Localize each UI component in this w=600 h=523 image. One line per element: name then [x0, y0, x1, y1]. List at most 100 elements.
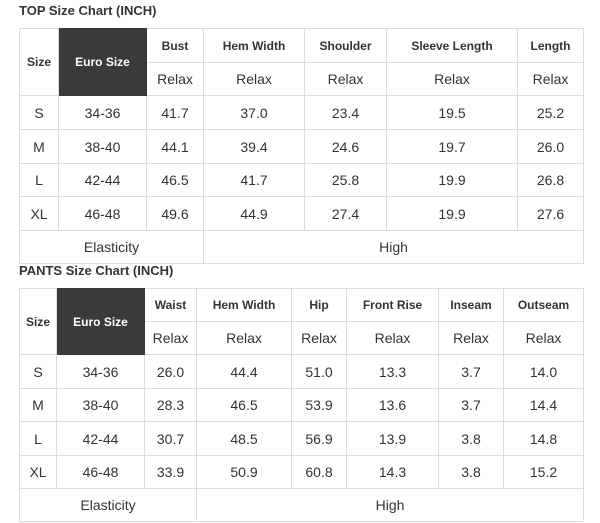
- table-cell: 14.8: [503, 421, 584, 456]
- top-elasticity-row: Elasticity High: [19, 230, 584, 264]
- table-cell: 14.0: [503, 354, 584, 389]
- table-cell: 46-48: [58, 196, 147, 231]
- table-cell: XL: [19, 196, 59, 231]
- top-chart-title: TOP Size Chart (INCH): [19, 3, 157, 18]
- top-measure-header: Shoulder: [304, 28, 387, 63]
- table-cell: 13.6: [346, 388, 439, 422]
- table-cell: XL: [19, 455, 57, 489]
- table-cell: 28.3: [144, 388, 197, 422]
- table-row: L 42-44 30.7 48.5 56.9 13.9 3.8 14.8: [19, 421, 584, 456]
- table-cell: 27.6: [517, 196, 584, 231]
- pants-measure-header: Inseam: [438, 288, 504, 322]
- table-cell: 39.4: [203, 129, 305, 164]
- table-cell: 34-36: [56, 354, 145, 389]
- table-cell: 41.7: [203, 163, 305, 197]
- top-euro-size-header: Euro Size: [58, 28, 147, 96]
- table-cell: 25.8: [304, 163, 387, 197]
- pants-measure-header: Hip: [291, 288, 347, 322]
- table-cell: 56.9: [291, 421, 347, 456]
- table-cell: 19.9: [386, 196, 518, 231]
- table-cell: 44.9: [203, 196, 305, 231]
- table-cell: 23.4: [304, 95, 387, 130]
- table-cell: 41.7: [146, 95, 204, 130]
- table-cell: L: [19, 163, 59, 197]
- table-cell: M: [19, 388, 57, 422]
- table-cell: 19.5: [386, 95, 518, 130]
- table-cell: 53.9: [291, 388, 347, 422]
- table-cell: 26.0: [517, 129, 584, 164]
- table-cell: 14.4: [503, 388, 584, 422]
- pants-measure-header: Hem Width: [196, 288, 292, 322]
- table-cell: 51.0: [291, 354, 347, 389]
- table-cell: 42-44: [58, 163, 147, 197]
- table-row: L 42-44 46.5 41.7 25.8 19.9 26.8: [19, 163, 584, 197]
- table-cell: 3.7: [438, 354, 504, 389]
- table-cell: 26.0: [144, 354, 197, 389]
- table-cell: 48.5: [196, 421, 292, 456]
- top-relax-label: Relax: [386, 62, 518, 96]
- pants-header-row: Size Euro Size Waist Hem Width Hip Front…: [19, 288, 584, 355]
- top-elasticity-value: High: [203, 230, 584, 264]
- table-row: S 34-36 41.7 37.0 23.4 19.5 25.2: [19, 95, 584, 130]
- pants-size-table: Size Euro Size Waist Hem Width Hip Front…: [19, 288, 584, 522]
- pants-elasticity-label: Elasticity: [19, 488, 197, 522]
- pants-euro-size-header: Euro Size: [56, 288, 145, 355]
- pants-relax-label: Relax: [503, 321, 584, 355]
- table-cell: M: [19, 129, 59, 164]
- table-cell: 3.8: [438, 455, 504, 489]
- top-relax-label: Relax: [203, 62, 305, 96]
- table-cell: 34-36: [58, 95, 147, 130]
- table-cell: 46-48: [56, 455, 145, 489]
- table-cell: 38-40: [56, 388, 145, 422]
- table-cell: 60.8: [291, 455, 347, 489]
- pants-chart-title: PANTS Size Chart (INCH): [19, 263, 174, 278]
- table-cell: 3.8: [438, 421, 504, 456]
- pants-measure-header: Outseam: [503, 288, 584, 322]
- pants-elasticity-row: Elasticity High: [19, 488, 584, 522]
- pants-relax-label: Relax: [144, 321, 197, 355]
- top-relax-label: Relax: [146, 62, 204, 96]
- pants-measure-header: Front Rise: [346, 288, 439, 322]
- table-cell: S: [19, 354, 57, 389]
- pants-measure-header: Waist: [144, 288, 197, 322]
- top-measure-header: Bust: [146, 28, 204, 63]
- table-cell: 42-44: [56, 421, 145, 456]
- pants-relax-label: Relax: [438, 321, 504, 355]
- table-cell: 14.3: [346, 455, 439, 489]
- table-cell: 13.9: [346, 421, 439, 456]
- table-cell: 27.4: [304, 196, 387, 231]
- table-cell: 19.9: [386, 163, 518, 197]
- table-row: XL 46-48 33.9 50.9 60.8 14.3 3.8 15.2: [19, 455, 584, 489]
- size-chart-page: TOP Size Chart (INCH) Size Euro Size Bus…: [0, 0, 600, 523]
- top-measure-header: Hem Width: [203, 28, 305, 63]
- table-cell: S: [19, 95, 59, 130]
- table-cell: 50.9: [196, 455, 292, 489]
- table-row: S 34-36 26.0 44.4 51.0 13.3 3.7 14.0: [19, 354, 584, 389]
- pants-elasticity-value: High: [196, 488, 584, 522]
- table-cell: 25.2: [517, 95, 584, 130]
- table-cell: 13.3: [346, 354, 439, 389]
- top-header-row: Size Euro Size Bust Hem Width Shoulder S…: [19, 28, 584, 96]
- table-cell: 26.8: [517, 163, 584, 197]
- table-cell: 24.6: [304, 129, 387, 164]
- top-measure-header: Length: [517, 28, 584, 63]
- top-measure-header: Sleeve Length: [386, 28, 518, 63]
- top-size-header: Size: [19, 28, 59, 96]
- table-cell: 19.7: [386, 129, 518, 164]
- pants-relax-label: Relax: [346, 321, 439, 355]
- top-relax-label: Relax: [517, 62, 584, 96]
- table-cell: 38-40: [58, 129, 147, 164]
- top-size-table: Size Euro Size Bust Hem Width Shoulder S…: [19, 28, 584, 264]
- table-cell: 46.5: [196, 388, 292, 422]
- table-cell: 44.4: [196, 354, 292, 389]
- table-cell: 3.7: [438, 388, 504, 422]
- table-cell: L: [19, 421, 57, 456]
- table-cell: 49.6: [146, 196, 204, 231]
- table-cell: 37.0: [203, 95, 305, 130]
- table-cell: 33.9: [144, 455, 197, 489]
- table-cell: 30.7: [144, 421, 197, 456]
- table-row: M 38-40 28.3 46.5 53.9 13.6 3.7 14.4: [19, 388, 584, 422]
- table-row: M 38-40 44.1 39.4 24.6 19.7 26.0: [19, 129, 584, 164]
- table-row: XL 46-48 49.6 44.9 27.4 19.9 27.6: [19, 196, 584, 231]
- table-cell: 44.1: [146, 129, 204, 164]
